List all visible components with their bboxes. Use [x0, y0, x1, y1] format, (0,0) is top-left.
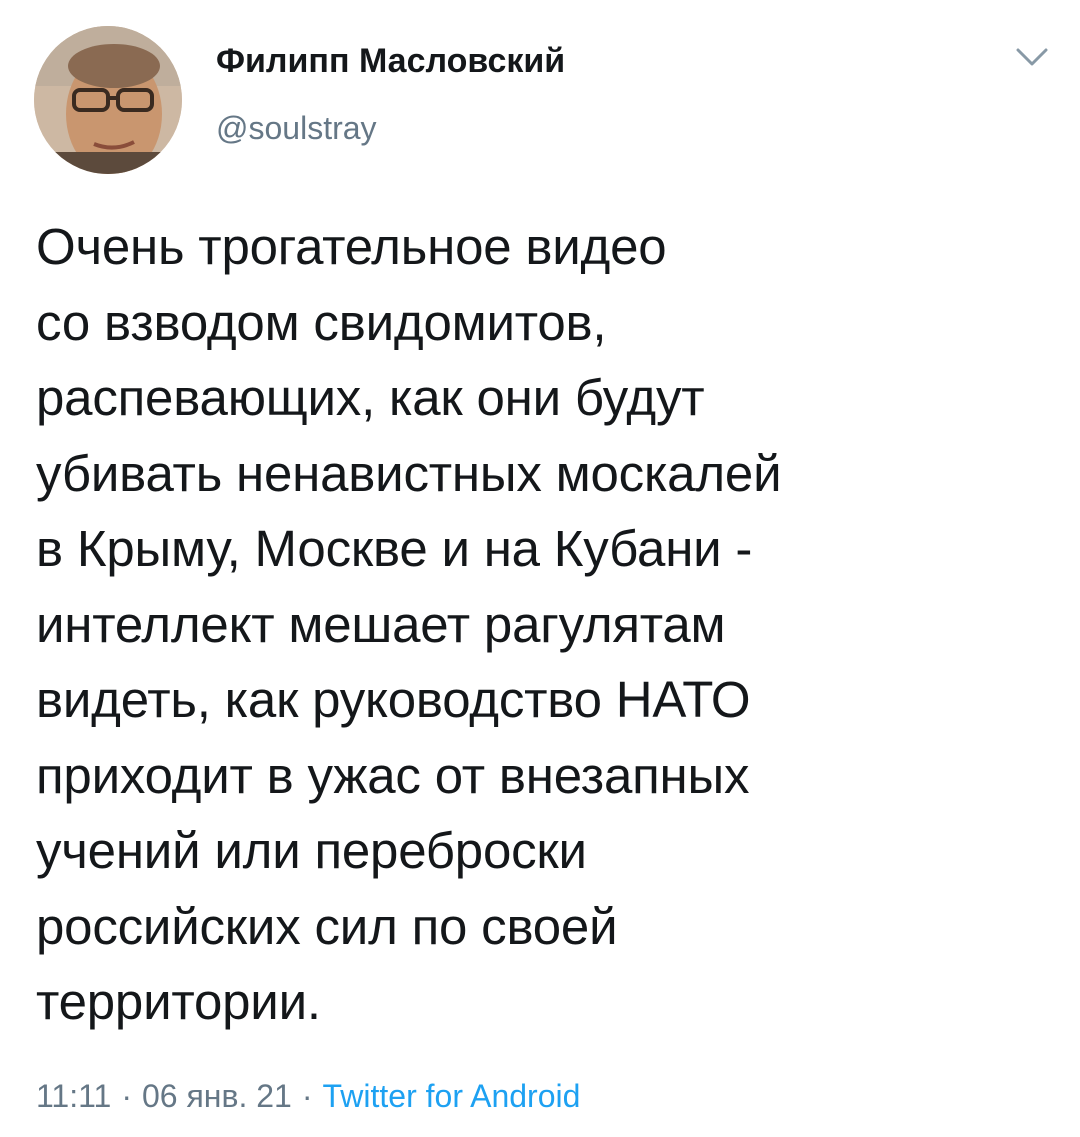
chevron-down-icon[interactable]	[1012, 42, 1052, 72]
tweet-date[interactable]: 06 янв. 21	[142, 1078, 292, 1114]
tweet-text: Очень трогательное видео со взводом свид…	[36, 218, 782, 1030]
avatar-image	[34, 26, 182, 174]
tweet-source-link[interactable]: Twitter for Android	[323, 1078, 581, 1114]
tweet-time[interactable]: 11:11	[36, 1078, 111, 1114]
meta-separator: ·	[301, 1078, 313, 1114]
author-handle[interactable]: @soulstray	[216, 110, 377, 147]
tweet-meta: 11:11 · 06 янв. 21 · Twitter for Android	[36, 1078, 580, 1115]
author-display-name[interactable]: Филипп Масловский	[216, 42, 565, 81]
tweet-card: Филипп Масловский @soulstray Очень трога…	[0, 0, 1080, 1137]
avatar[interactable]	[34, 26, 182, 174]
meta-separator: ·	[121, 1078, 132, 1114]
